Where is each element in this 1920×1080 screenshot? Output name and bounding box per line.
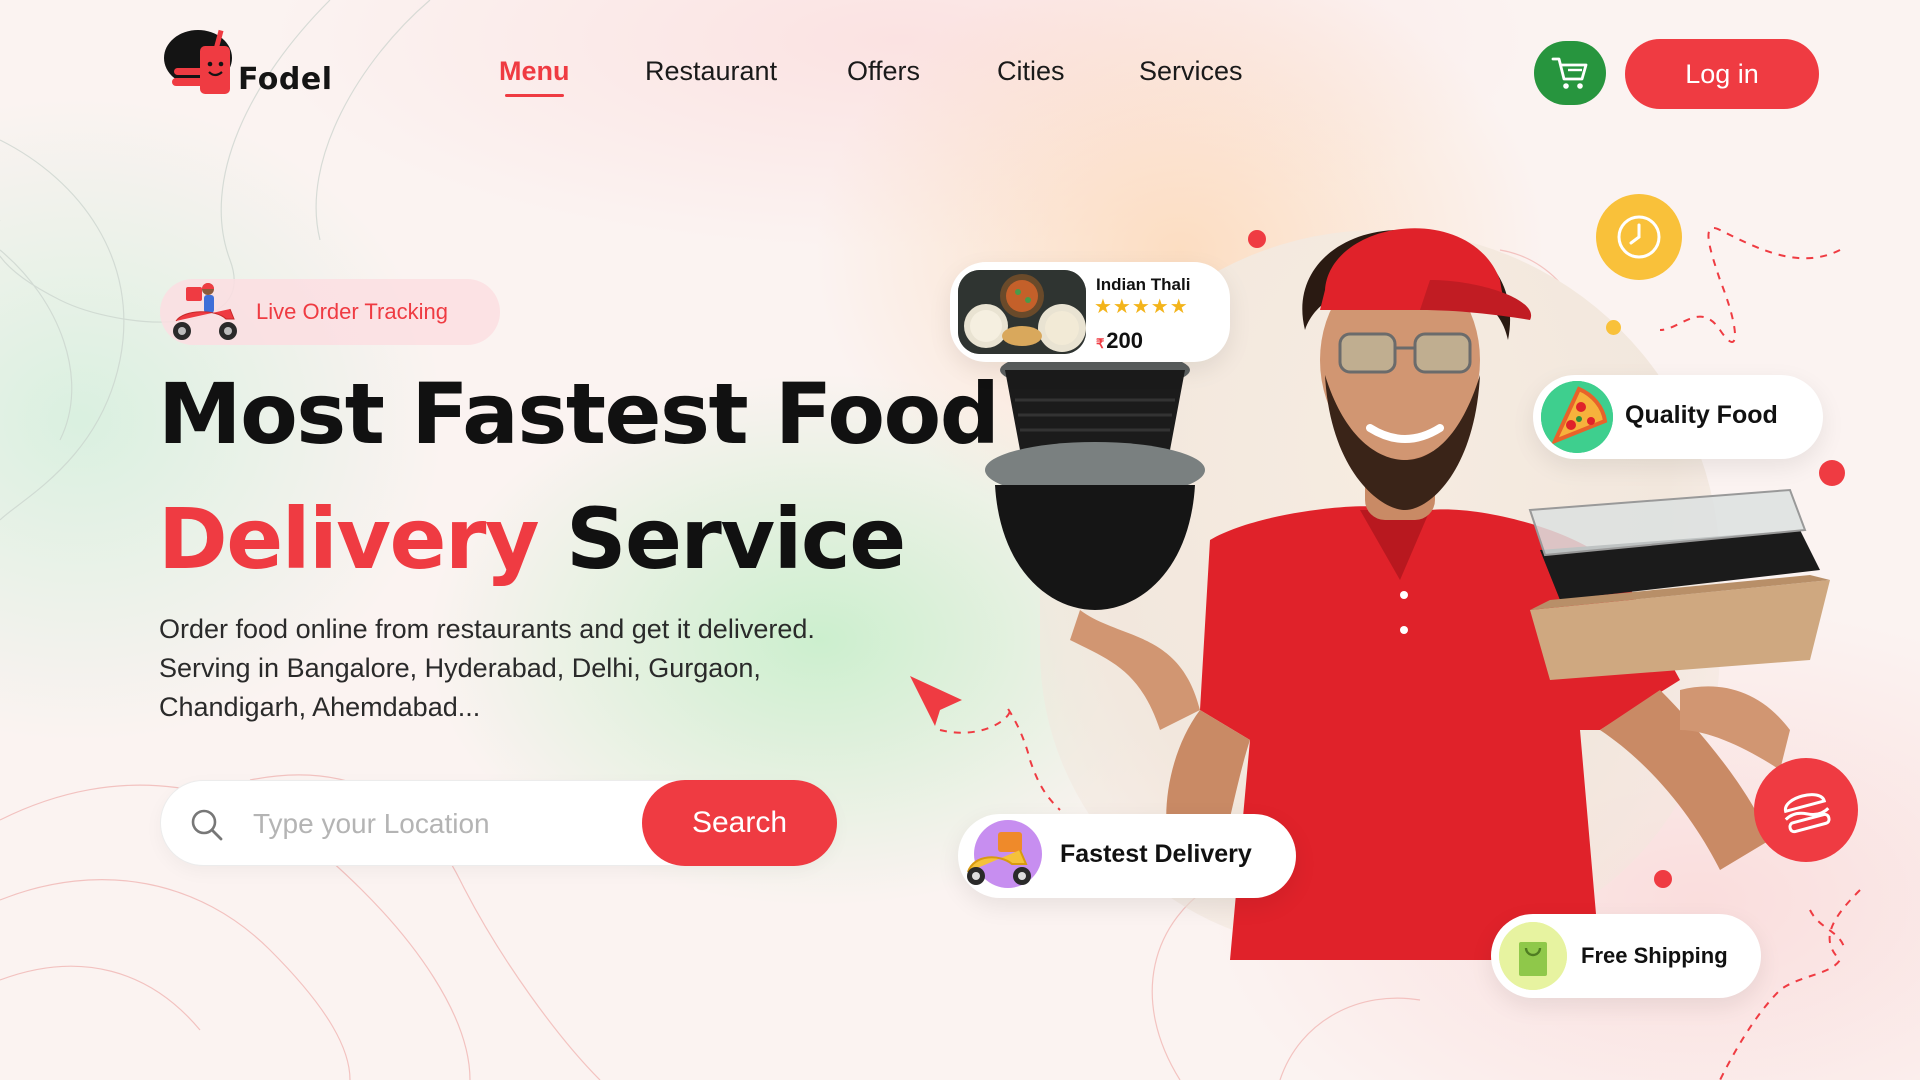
landing-page: Fodel Menu Restaurant Offers Cities Serv…: [0, 0, 1920, 1080]
nav-item-label: Menu: [499, 56, 570, 86]
location-input[interactable]: [253, 801, 673, 847]
clock-badge: [1596, 194, 1682, 280]
nav-item-restaurant[interactable]: Restaurant: [645, 56, 777, 87]
live-tracking-badge: Live Order Tracking: [160, 279, 500, 345]
live-tracking-label: Live Order Tracking: [256, 299, 448, 324]
brand-name: Fodel: [238, 62, 333, 97]
delivery-scooter-icon: [173, 283, 237, 340]
currency-symbol: ₹: [1096, 336, 1105, 351]
feature-fastest-delivery: Fastest Delivery: [958, 814, 1296, 898]
scooter-icon: [967, 820, 1042, 888]
decor-dot: [1819, 460, 1845, 486]
decor-dot: [1654, 870, 1672, 888]
shopping-bag-icon: [1499, 922, 1567, 990]
dish-name: Indian Thali: [1096, 275, 1191, 294]
hero-title-highlight: Delivery: [158, 490, 540, 588]
fodel-logo-icon: [164, 29, 232, 94]
dish-price: ₹200: [1096, 328, 1143, 354]
nav-item-cities[interactable]: Cities: [997, 56, 1065, 87]
decor-dot: [1248, 230, 1266, 248]
hero-title-line1: Most Fastest Food: [158, 365, 1000, 463]
search-button[interactable]: Search: [642, 780, 837, 866]
nav-active-underline: [505, 94, 564, 97]
nav-item-menu[interactable]: Menu: [499, 56, 570, 97]
nav-item-offers[interactable]: Offers: [847, 56, 920, 87]
decor-dot: [1606, 320, 1621, 335]
feature-label: Quality Food: [1625, 401, 1778, 429]
brand-logo[interactable]: Fodel: [160, 28, 340, 100]
nav-item-services[interactable]: Services: [1139, 56, 1243, 87]
price-value: 200: [1106, 328, 1143, 353]
hero-description: Order food online from restaurants and g…: [159, 614, 815, 722]
feature-quality-food: Quality Food: [1533, 375, 1823, 459]
burger-icon: [1784, 793, 1831, 834]
cart-button[interactable]: [1534, 41, 1606, 105]
feature-free-shipping: Free Shipping: [1491, 914, 1761, 998]
hero-title-rest: Service: [565, 490, 906, 588]
burger-badge: [1754, 758, 1858, 862]
search-icon: [191, 809, 223, 841]
clock-icon: [1617, 215, 1661, 259]
pizza-icon: [1541, 381, 1613, 453]
location-search: Search: [160, 780, 837, 866]
hero-title-line2: Delivery Service: [158, 497, 906, 581]
login-button[interactable]: Log in: [1625, 39, 1819, 109]
feature-label: Fastest Delivery: [1060, 840, 1252, 868]
feature-label: Free Shipping: [1581, 943, 1728, 968]
dish-card[interactable]: Indian Thali ★★★★★ ₹200: [950, 262, 1230, 362]
cart-icon: [1551, 57, 1588, 89]
dish-image: [958, 270, 1086, 354]
dish-rating-stars: ★★★★★: [1094, 294, 1189, 318]
